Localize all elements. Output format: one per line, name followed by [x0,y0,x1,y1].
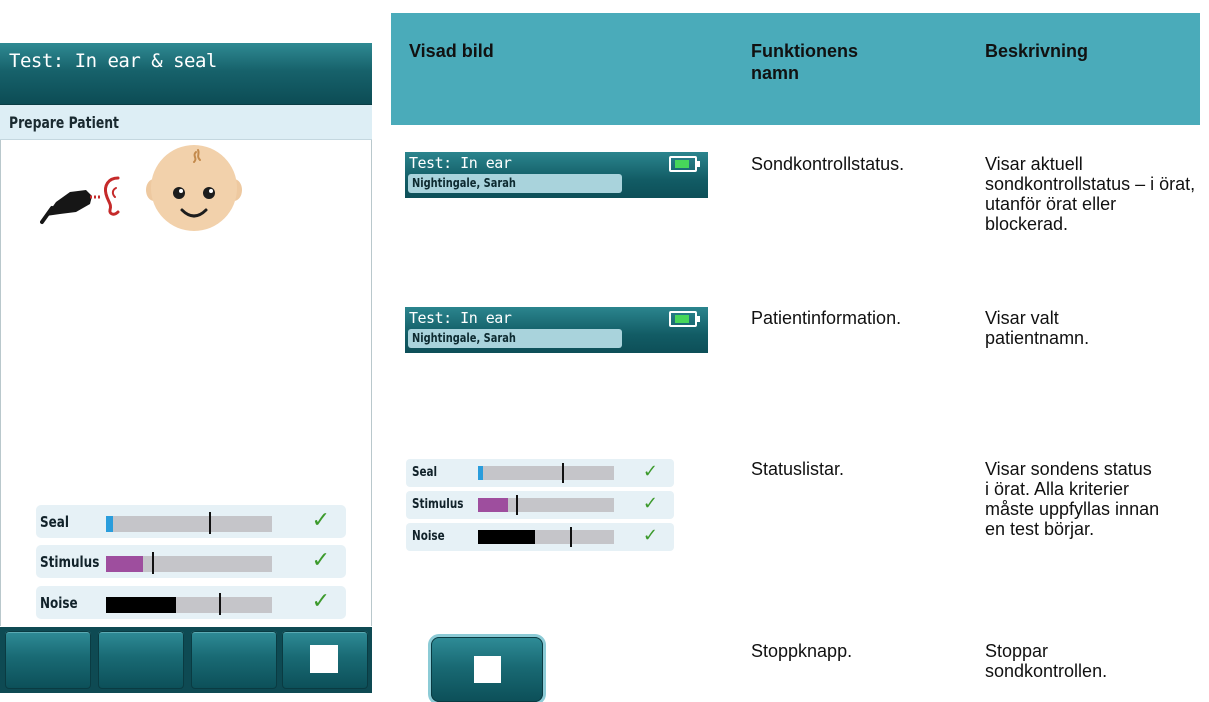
stop-button[interactable] [282,631,368,689]
status-bar-track [478,463,614,483]
soft-button-2[interactable] [98,631,184,689]
status-bar-fill [106,597,176,613]
patient-name: Nightingale, Sarah [412,331,516,345]
status-bar-marker [516,495,518,515]
checkmark-icon: ✓ [311,508,330,533]
status-bar-track [106,552,272,574]
status-bar-marker [570,527,572,547]
stop-button[interactable] [431,637,543,702]
row2-function-name: Patientinformation. [751,308,902,328]
probe-icon [40,176,120,224]
checkmark-icon: ✓ [311,548,330,573]
device-subtitle: Prepare Patient [9,113,119,132]
battery-icon [669,156,700,172]
status-bar-fill [106,516,113,532]
checkmark-icon: ✓ [311,589,330,614]
status-bar-fill [106,556,143,572]
status-label: Noise [40,594,78,612]
status-bar-marker [152,552,154,574]
status-label: Stimulus [40,553,100,571]
device-subtitle-bar: Prepare Patient [0,105,372,140]
battery-icon [669,311,700,327]
row1-description: Visar aktuell sondkontrollstatus – i öra… [985,154,1196,234]
status-bar-fill [478,466,483,480]
status-label: Seal [412,465,438,480]
mini-title-bar: Test: In ear Nightingale, Sarah [405,307,708,353]
status-bar-marker [219,593,221,615]
row3-description: Visar sondens status i örat. Alla kriter… [985,459,1160,539]
row4-description: Stoppar sondkontrollen. [985,641,1108,681]
status-bar-track [106,593,272,615]
header-image: Visad bild [409,41,494,61]
stimulus-status-row: Stimulus ✓ [406,491,674,519]
baby-face-icon [146,145,242,231]
patient-name-field: Nightingale, Sarah [408,174,622,193]
row2-description: Visar valt patientnamn. [985,308,1090,348]
checkmark-icon: ✓ [642,493,658,514]
status-bar-track [478,527,614,547]
soft-button-3[interactable] [191,631,277,689]
device-button-bar [0,627,372,693]
device-title: Test: In ear & seal [9,50,217,72]
header-function-name: Funktionens namn [751,41,858,83]
mini-title-bar: Test: In ear Nightingale, Sarah [405,152,708,198]
status-label: Seal [40,513,69,531]
status-label: Noise [412,529,445,544]
status-bar-fill [478,498,508,512]
checkmark-icon: ✓ [642,461,658,482]
patient-name: Nightingale, Sarah [412,176,516,190]
status-bar-marker [209,512,211,534]
row4-function-name: Stoppknapp. [751,641,853,661]
patient-name-field: Nightingale, Sarah [408,329,622,348]
device-screen: Test: In ear & seal Prepare Patient Seal… [0,43,372,693]
checkmark-icon: ✓ [642,525,658,546]
soft-button-1[interactable] [5,631,91,689]
stimulus-status-row: Stimulus ✓ [36,545,346,578]
stop-icon [474,656,501,683]
row3-function-name: Statuslistar. [751,459,845,479]
stop-icon [310,645,338,673]
noise-status-row: Noise ✓ [36,586,346,619]
seal-status-row: Seal ✓ [36,505,346,538]
status-bar-track [106,512,272,534]
mini-title: Test: In ear [409,154,512,172]
status-bar-marker [562,463,564,483]
seal-status-row: Seal ✓ [406,459,674,487]
status-bar-fill [478,530,535,544]
noise-status-row: Noise ✓ [406,523,674,551]
row1-function-name: Sondkontrollstatus. [751,154,905,174]
status-label: Stimulus [412,497,464,512]
device-title-bar: Test: In ear & seal [0,43,372,105]
mini-title: Test: In ear [409,309,512,327]
header-description: Beskrivning [985,41,1089,61]
status-bar-track [478,495,614,515]
ear-icon [104,176,120,216]
